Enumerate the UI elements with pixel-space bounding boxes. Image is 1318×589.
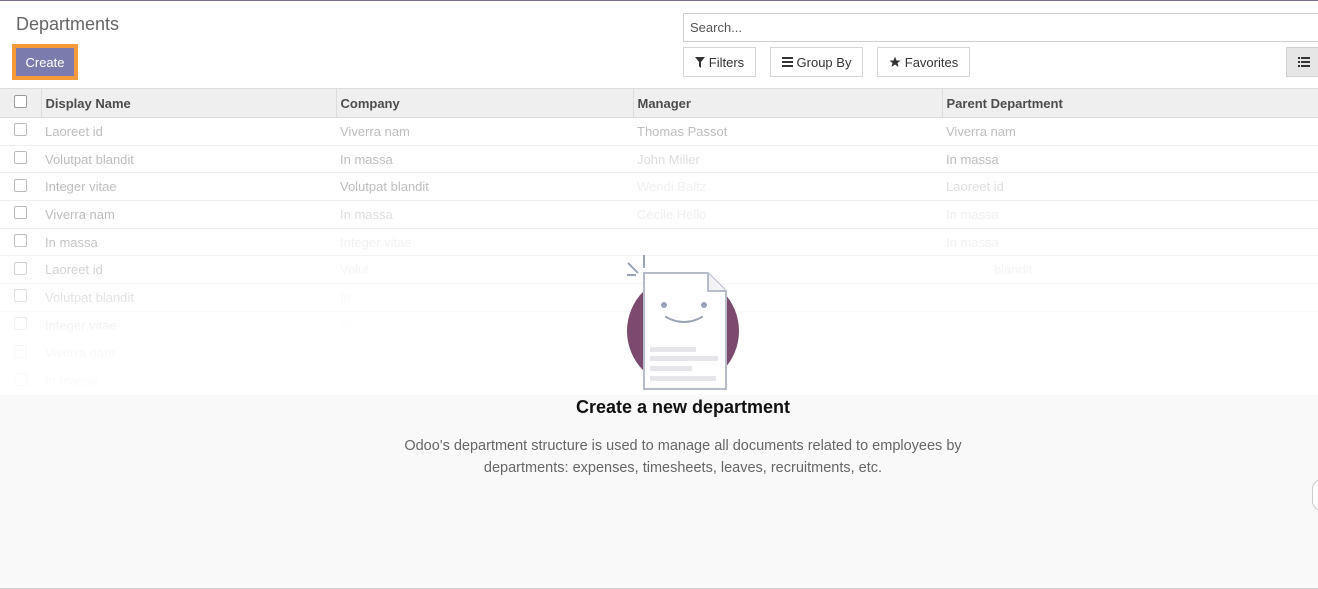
cell-company: Integer vitae [340, 234, 412, 250]
group-by-label: Group By [796, 54, 852, 70]
empty-state-description-line-2: departments: expenses, timesheets, leave… [483, 460, 883, 476]
row-checkbox-cell [0, 228, 41, 256]
empty-state-description: Odoo's department structure is used to m… [383, 435, 983, 479]
column-header-display-name[interactable]: Display Name [40, 88, 336, 118]
filter-icon [694, 56, 705, 68]
favorites-button[interactable]: Favorites [877, 47, 970, 77]
row-checkbox[interactable] [14, 261, 27, 275]
cell-parent-department [942, 339, 1318, 367]
column-header-manager[interactable]: Manager [632, 88, 942, 118]
table-row[interactable]: Integer vitae Volutpat blandit Wendi Bal… [0, 173, 1318, 201]
side-panel-handle[interactable] [1312, 479, 1318, 511]
cell-parent-department [942, 311, 1318, 339]
row-checkbox-cell [0, 201, 41, 229]
cell-display-name: Integer vitae [45, 317, 117, 333]
cell-company: Vo [340, 345, 356, 361]
create-button-highlight: Create [12, 44, 78, 80]
cell-display-name: Viverra nam [45, 206, 115, 222]
cell-company: Lo [340, 373, 355, 389]
control-panel: Departments Create Filters Group By Favo… [0, 1, 1318, 88]
list-view-button[interactable] [1286, 47, 1318, 77]
cell-parent-department: blandit [994, 262, 1033, 278]
row-checkbox-cell [0, 284, 41, 312]
select-all-checkbox[interactable] [13, 95, 27, 108]
smiling-document-icon [622, 253, 744, 393]
cell-parent-department: In massa [946, 234, 999, 250]
cell-company: Viverra nam [340, 123, 410, 139]
column-header-parent-department[interactable]: Parent Department [941, 88, 1318, 118]
cell-display-name: Integer vitae [45, 179, 117, 195]
cell-parent-department: In massa [946, 206, 999, 222]
row-checkbox-cell [0, 311, 41, 339]
table-row[interactable]: Laoreet id Viverra nam Thomas Passot Viv… [0, 118, 1318, 146]
row-checkbox[interactable] [14, 372, 27, 386]
filters-label: Filters [708, 54, 745, 70]
row-checkbox-cell [0, 118, 41, 146]
cell-parent-department: Laoreet id [946, 179, 1004, 195]
row-checkbox-cell [0, 256, 41, 284]
cell-company: Volutpat blandit [340, 179, 429, 195]
cell-parent-department [942, 367, 1318, 395]
page-title: Departments [16, 14, 120, 34]
cell-display-name: Laoreet id [45, 123, 103, 139]
cell-manager: Cécile Hello [637, 206, 707, 222]
list-icon [1298, 57, 1310, 67]
cell-display-name: In massa [45, 234, 98, 250]
row-checkbox[interactable] [14, 206, 27, 220]
favorites-label: Favorites [904, 54, 959, 70]
row-checkbox[interactable] [14, 317, 27, 331]
row-checkbox-cell [0, 339, 41, 367]
cell-parent-department: In massa [946, 151, 999, 167]
table-row[interactable]: Volutpat blandit In massa John Miller In… [0, 145, 1318, 173]
cell-company: In [340, 289, 351, 305]
cell-manager [633, 228, 942, 256]
bars-icon [781, 57, 793, 67]
cell-display-name: Laoreet id [45, 262, 103, 278]
star-icon [889, 56, 901, 68]
table-row[interactable]: In massa Integer vitae In massa [0, 228, 1318, 256]
select-all-cell [0, 89, 41, 118]
row-checkbox-cell [0, 367, 41, 395]
row-checkbox[interactable] [14, 234, 27, 248]
filters-button[interactable]: Filters [683, 47, 756, 77]
empty-state-title: Create a new department [575, 397, 791, 417]
table-row[interactable]: Viverra nam In massa Cécile Hello In mas… [0, 201, 1318, 229]
row-checkbox-cell [0, 145, 41, 173]
cell-display-name: Volutpat blandit [45, 151, 134, 167]
cell-display-name: In massa [45, 373, 98, 389]
row-checkbox[interactable] [14, 289, 27, 303]
cell-company: In massa [340, 206, 393, 222]
search-input[interactable] [683, 13, 1318, 42]
row-checkbox-cell [0, 173, 41, 201]
row-checkbox[interactable] [14, 178, 27, 192]
empty-state-background [0, 395, 1318, 589]
cell-display-name: Viverra nam [45, 345, 115, 361]
create-button[interactable]: Create [16, 48, 74, 76]
row-checkbox[interactable] [14, 123, 27, 137]
cell-manager: Thomas Passot [637, 123, 728, 139]
group-by-button[interactable]: Group By [770, 47, 863, 77]
row-checkbox[interactable] [14, 344, 27, 358]
cell-parent-department [942, 284, 1318, 312]
cell-manager: John Miller [637, 151, 700, 167]
empty-state-description-line-1: Odoo's department structure is used to m… [404, 438, 962, 454]
cell-manager: Wendi Baltz [637, 179, 707, 195]
cell-parent-department: Viverra nam [946, 123, 1016, 139]
cell-display-name: Volutpat blandit [45, 289, 134, 305]
table-header-row: Display Name Company Manager Parent Depa… [0, 88, 1318, 118]
column-header-company[interactable]: Company [335, 88, 633, 118]
cell-company: Vi [340, 317, 352, 333]
cell-company: In massa [340, 151, 393, 167]
row-checkbox[interactable] [14, 151, 27, 165]
cell-company: Volut [340, 262, 369, 278]
